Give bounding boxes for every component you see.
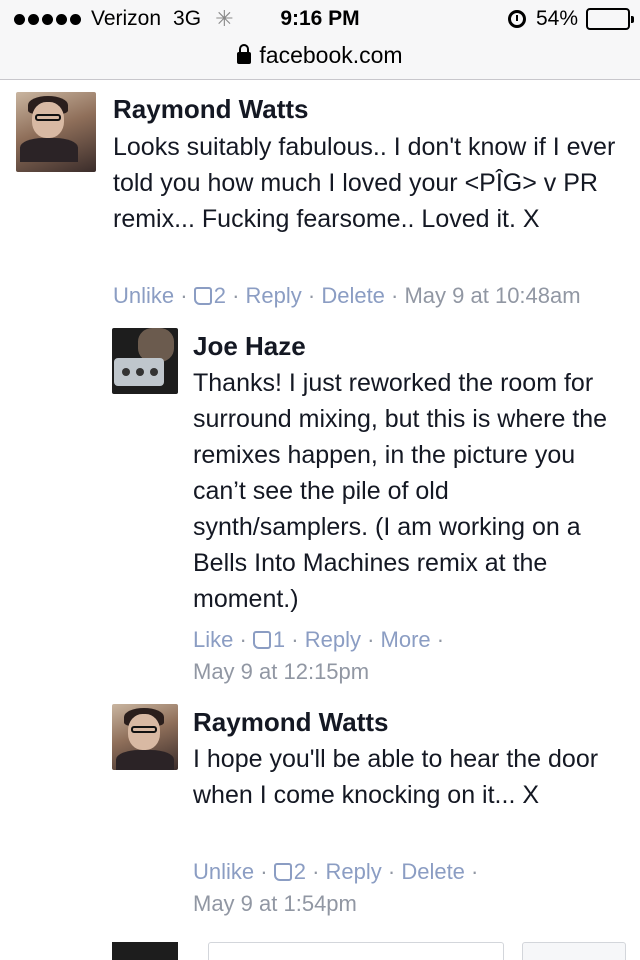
unlike-link[interactable]: Unlike: [193, 859, 254, 884]
reply-link[interactable]: Reply: [305, 627, 361, 652]
thumbs-up-icon: [193, 287, 212, 305]
like-count[interactable]: 2: [294, 859, 306, 884]
thumbs-up-icon: [252, 631, 271, 649]
delete-link[interactable]: Delete: [321, 283, 385, 308]
thumbs-up-icon: [273, 863, 292, 881]
avatar[interactable]: [112, 328, 178, 394]
like-link[interactable]: Like: [193, 627, 233, 652]
comment-text: Looks suitably fabulous.. I don't know i…: [113, 133, 616, 233]
comment-actions: Like · 1 · Reply · More ·: [193, 627, 445, 652]
alarm-icon: [507, 10, 526, 28]
avatar: [112, 942, 178, 960]
comment-timestamp[interactable]: May 9 at 12:15pm: [193, 656, 369, 688]
battery-icon: [586, 8, 634, 30]
comment-text: Thanks! I just reworked the room for sur…: [193, 369, 608, 613]
reply-link[interactable]: Reply: [246, 283, 302, 308]
comment-timestamp[interactable]: May 9 at 1:54pm: [193, 888, 357, 920]
reply-input[interactable]: [208, 942, 504, 960]
comment-actions: Unlike · 2 · Reply · Delete · May 9 at 1…: [113, 283, 581, 308]
like-count[interactable]: 2: [214, 283, 226, 308]
avatar[interactable]: [112, 704, 178, 770]
battery-percent: 54%: [535, 7, 578, 30]
lock-icon: [237, 44, 252, 64]
delete-link[interactable]: Delete: [401, 859, 465, 884]
comment-author[interactable]: Joe Haze: [193, 331, 306, 362]
url-domain: facebook.com: [259, 41, 403, 68]
status-right: 54%: [507, 7, 634, 31]
unlike-link[interactable]: Unlike: [113, 283, 174, 308]
comment-author[interactable]: Raymond Watts: [193, 707, 389, 738]
reply-link[interactable]: Reply: [326, 859, 382, 884]
avatar[interactable]: [16, 92, 96, 172]
comment-text: I hope you'll be able to hear the door w…: [193, 745, 599, 809]
address-bar[interactable]: facebook.com: [0, 40, 640, 80]
comment-author[interactable]: Raymond Watts: [113, 94, 309, 125]
comment-timestamp[interactable]: May 9 at 10:48am: [404, 283, 580, 308]
like-count[interactable]: 1: [273, 627, 285, 652]
more-link[interactable]: More: [381, 627, 431, 652]
status-bar: Verizon 3G ✳ 9:16 PM 54%: [0, 0, 640, 40]
reply-submit-button[interactable]: [522, 942, 626, 960]
comment-actions: Unlike · 2 · Reply · Delete ·: [193, 859, 479, 884]
